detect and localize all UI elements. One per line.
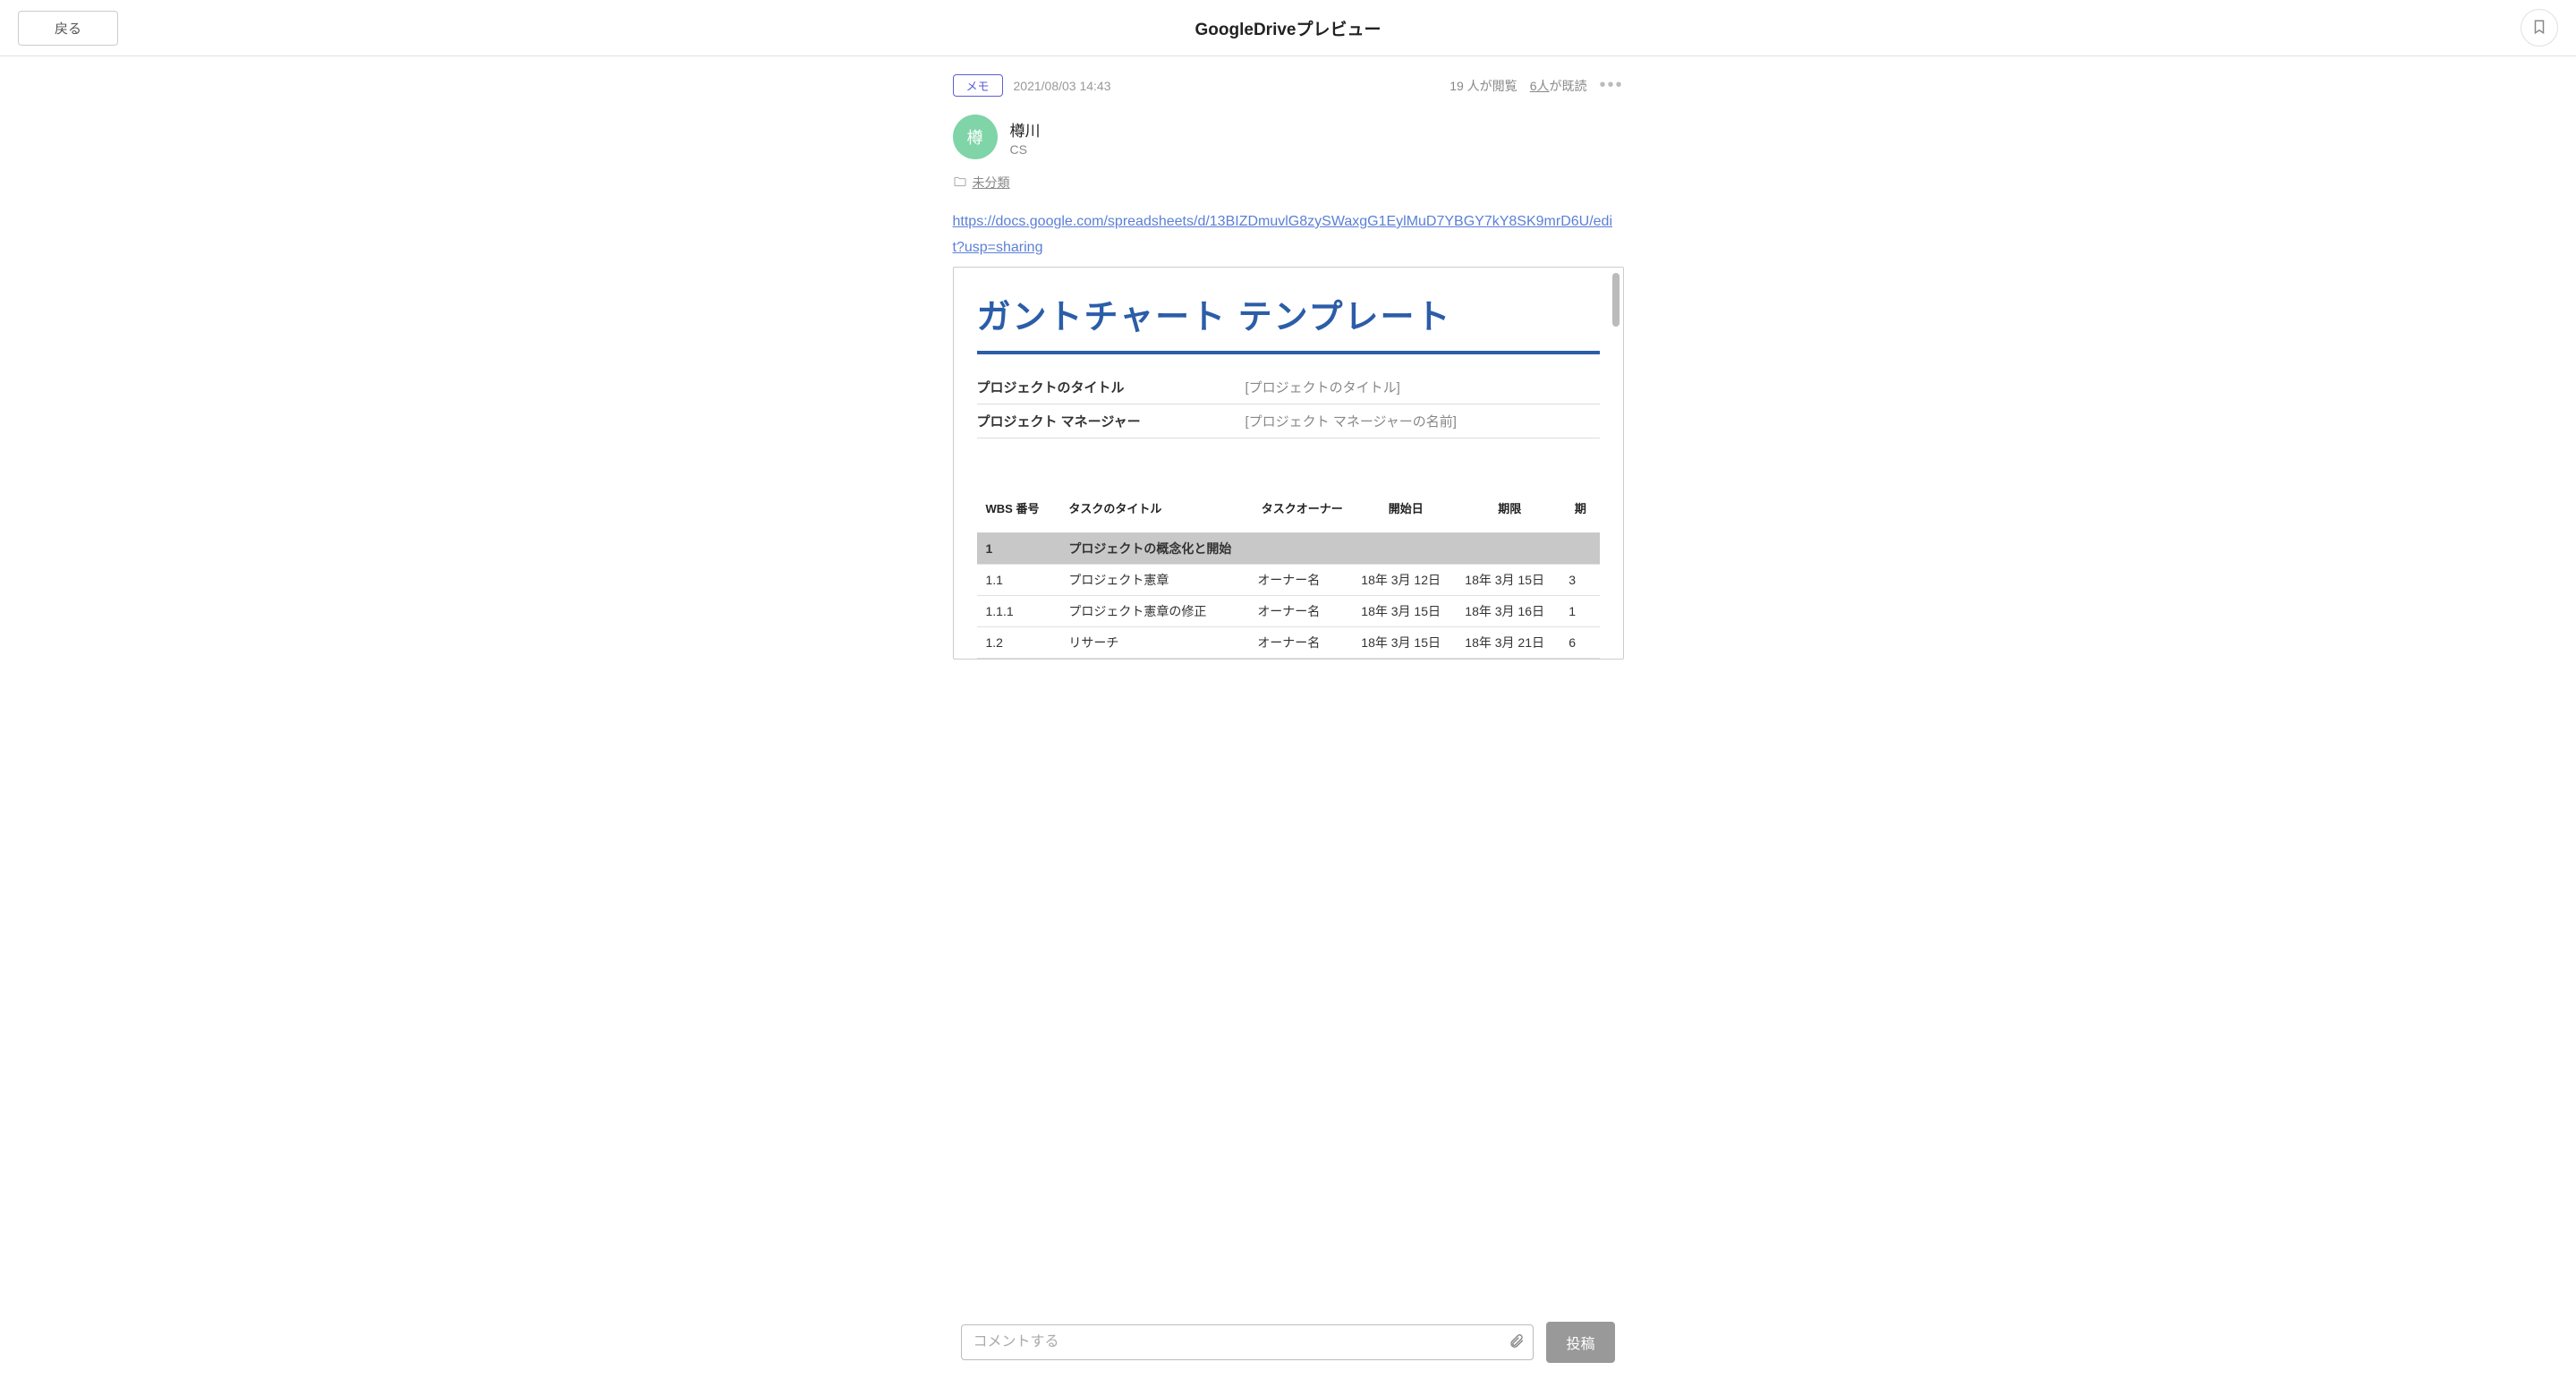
back-button[interactable]: 戻る <box>18 11 118 46</box>
cell-wbs: 1.1 <box>977 564 1062 595</box>
paperclip-icon <box>1509 1339 1525 1352</box>
preview-frame: ガントチャート テンプレート プロジェクトのタイトル[プロジェクトのタイトル]プ… <box>953 267 1624 660</box>
table-header-cell: タスクオーナー <box>1250 483 1354 533</box>
cell-title: プロジェクトの概念化と開始 <box>1061 532 1599 564</box>
comment-input[interactable] <box>961 1324 1534 1360</box>
cell-wbs: 1.2 <box>977 626 1062 658</box>
cell-last: 6 <box>1561 626 1599 658</box>
cell-owner: オーナー名 <box>1250 564 1354 595</box>
cell-title: リサーチ <box>1061 626 1250 658</box>
table-row: 1.1プロジェクト憲章オーナー名18年 3月 12日18年 3月 15日3 <box>977 564 1600 595</box>
cell-end: 18年 3月 15日 <box>1458 564 1561 595</box>
read-count: 6人が既読 <box>1530 77 1587 95</box>
field-label: プロジェクト マネージャー <box>977 412 1245 430</box>
read-suffix: が既読 <box>1549 79 1586 93</box>
cell-start: 18年 3月 12日 <box>1354 564 1458 595</box>
cell-last: 1 <box>1561 595 1599 626</box>
table-row: 1プロジェクトの概念化と開始 <box>977 532 1600 564</box>
table-row: 1.1.1プロジェクト憲章の修正オーナー名18年 3月 15日18年 3月 16… <box>977 595 1600 626</box>
table-body: 1プロジェクトの概念化と開始1.1プロジェクト憲章オーナー名18年 3月 12日… <box>977 532 1600 658</box>
content-area: メモ 2021/08/03 14:43 19 人が閲覧 6人が既読 ••• 樽 … <box>944 56 1633 749</box>
timestamp: 2021/08/03 14:43 <box>1014 79 1111 93</box>
table-header-cell: タスクのタイトル <box>1061 483 1250 533</box>
author-row: 樽 樽川 CS <box>953 115 1624 159</box>
field-row: プロジェクトのタイトル[プロジェクトのタイトル] <box>977 370 1600 404</box>
attach-button[interactable] <box>1509 1333 1525 1352</box>
cell-wbs: 1.1.1 <box>977 595 1062 626</box>
post-button[interactable]: 投稿 <box>1546 1322 1614 1363</box>
field-value: [プロジェクトのタイトル] <box>1245 378 1400 396</box>
category-link[interactable]: 未分類 <box>973 174 1010 192</box>
more-button[interactable]: ••• <box>1599 75 1623 96</box>
app-header: 戻る GoogleDriveプレビュー <box>0 0 2576 56</box>
memo-badge: メモ <box>953 74 1003 97</box>
avatar[interactable]: 樽 <box>953 115 998 159</box>
field-row: プロジェクト マネージャー[プロジェクト マネージャーの名前] <box>977 404 1600 438</box>
folder-icon <box>953 175 967 192</box>
cell-title: プロジェクト憲章の修正 <box>1061 595 1250 626</box>
table-header-row: WBS 番号タスクのタイトルタスクオーナー開始日期限期 <box>977 483 1600 533</box>
cell-wbs: 1 <box>977 532 1062 564</box>
cell-title: プロジェクト憲章 <box>1061 564 1250 595</box>
fields-container: プロジェクトのタイトル[プロジェクトのタイトル]プロジェクト マネージャー[プロ… <box>977 370 1600 438</box>
meta-right: 19 人が閲覧 6人が既読 ••• <box>1450 75 1623 96</box>
field-value: [プロジェクト マネージャーの名前] <box>1245 412 1457 430</box>
read-link[interactable]: 6人 <box>1530 79 1550 93</box>
meta-left: メモ 2021/08/03 14:43 <box>953 74 1111 97</box>
view-count: 19 人が閲覧 <box>1450 77 1517 95</box>
document-link[interactable]: https://docs.google.com/spreadsheets/d/1… <box>953 209 1624 261</box>
author-info: 樽川 CS <box>1010 118 1041 157</box>
category-row: 未分類 <box>953 174 1624 192</box>
bookmark-button[interactable] <box>2521 9 2558 47</box>
cell-end: 18年 3月 21日 <box>1458 626 1561 658</box>
cell-owner: オーナー名 <box>1250 626 1354 658</box>
author-name: 樽川 <box>1010 118 1041 140</box>
meta-row: メモ 2021/08/03 14:43 19 人が閲覧 6人が既読 ••• <box>953 74 1624 97</box>
cell-owner: オーナー名 <box>1250 595 1354 626</box>
table-row: 1.2リサーチオーナー名18年 3月 15日18年 3月 21日6 <box>977 626 1600 658</box>
table-wrap: WBS 番号タスクのタイトルタスクオーナー開始日期限期 1プロジェクトの概念化と… <box>977 483 1600 659</box>
table-header-cell: 期限 <box>1458 483 1561 533</box>
field-label: プロジェクトのタイトル <box>977 378 1245 396</box>
table-header-cell: WBS 番号 <box>977 483 1062 533</box>
table-header-cell: 開始日 <box>1354 483 1458 533</box>
gantt-table: WBS 番号タスクのタイトルタスクオーナー開始日期限期 1プロジェクトの概念化と… <box>977 483 1600 659</box>
cell-end: 18年 3月 16日 <box>1458 595 1561 626</box>
cell-start: 18年 3月 15日 <box>1354 626 1458 658</box>
page-title: GoogleDriveプレビュー <box>1195 16 1382 40</box>
preview-scrollbar[interactable] <box>1612 273 1620 327</box>
table-header-cell: 期 <box>1561 483 1599 533</box>
bookmark-icon <box>2531 19 2547 38</box>
comment-input-wrap <box>961 1324 1534 1360</box>
author-dept: CS <box>1010 142 1041 157</box>
cell-last: 3 <box>1561 564 1599 595</box>
comment-bar: 投稿 <box>0 1311 2576 1379</box>
cell-start: 18年 3月 15日 <box>1354 595 1458 626</box>
sheet-title: ガントチャート テンプレート <box>977 289 1600 354</box>
preview-inner: ガントチャート テンプレート プロジェクトのタイトル[プロジェクトのタイトル]プ… <box>954 268 1623 659</box>
